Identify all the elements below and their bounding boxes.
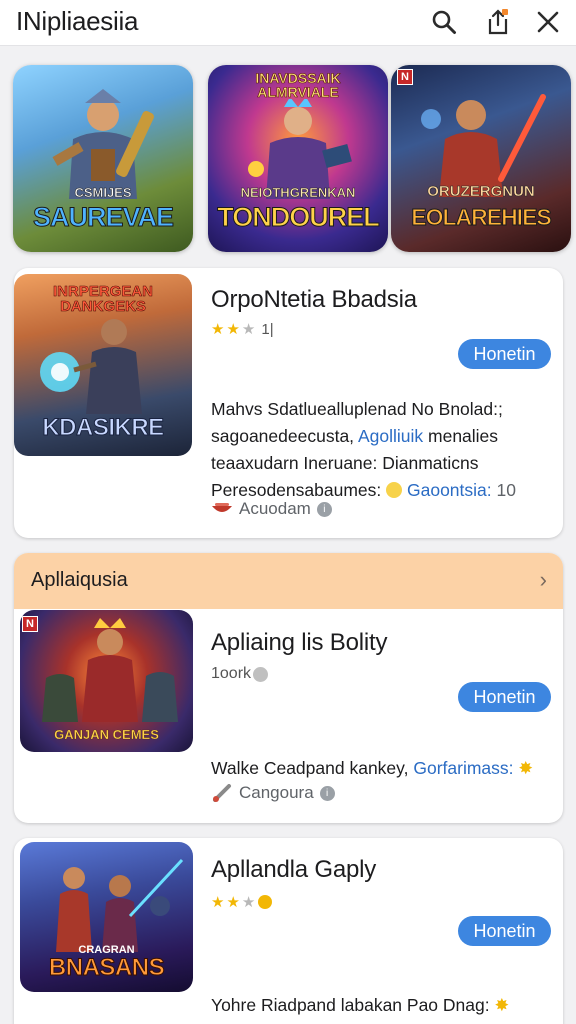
- app-thumbnail: N GANJAN CEMES: [20, 610, 193, 752]
- tile-subtitle: ORUZERGNUN: [427, 183, 535, 201]
- app-title: Apliaing lis Bolity: [211, 629, 388, 656]
- app-description: Walke Ceadpand kankey, Gorfarimass: ✸: [211, 755, 551, 782]
- star-rating: ★ ★ ★ 1|: [211, 320, 274, 339]
- info-icon[interactable]: i: [319, 785, 335, 801]
- emoji-icon: [258, 895, 273, 909]
- app-title: INipliaesiia: [16, 6, 139, 36]
- chevron-right-icon[interactable]: ›: [540, 567, 547, 593]
- army-artwork: [42, 618, 178, 722]
- app-title: OrpoNtetia Bbadsia: [211, 286, 417, 313]
- section-header[interactable]: Apllaiqusia ›: [14, 553, 563, 609]
- rating-text: 1|: [261, 320, 274, 338]
- star-icon: ★: [226, 894, 240, 911]
- meta-label: Cangoura: [239, 783, 314, 802]
- app-meta: Acuodam i: [211, 499, 332, 519]
- search-icon[interactable]: [428, 6, 460, 38]
- coin-icon: [386, 482, 403, 498]
- star-icon: ★: [211, 894, 225, 911]
- section-title: Apllaiqusia: [31, 569, 128, 591]
- star-icon: ★: [226, 321, 240, 338]
- app-section-card: Apllaiqusia › N GANJAN CEMES Apliaing li…: [14, 553, 563, 823]
- app-thumbnail: CRAGRAN BNASANS: [20, 842, 193, 992]
- description-line: teaaxudarn Ineruane: Dianmaticns: [211, 453, 479, 473]
- thumb-caption: KDASIKRE: [42, 414, 165, 442]
- install-button[interactable]: Honetin: [458, 339, 551, 369]
- description-line: Yohre Riadpand labakan Pao Dnag: ✸: [211, 995, 510, 1015]
- brush-icon: [213, 784, 231, 802]
- thumb-caption: BNASANS: [48, 954, 165, 982]
- meta-label: Acuodam: [239, 499, 311, 518]
- description-line: sagoanedeecusta, Agolliuik menalies: [211, 426, 499, 446]
- featured-game-tile[interactable]: INAVDSSAIK ALMRVIALE NEIOTHGRENKAN TONDO…: [208, 65, 388, 252]
- mage-artwork: [40, 319, 142, 414]
- star-icon: ★: [241, 894, 256, 911]
- app-title: Apllandla Gaply: [211, 856, 377, 883]
- app-list-card[interactable]: CRAGRAN BNASANS Apllandla Gaply ★ ★ ★ Ho…: [14, 838, 563, 1024]
- thumb-caption: GANJAN CEMES: [54, 727, 159, 742]
- tile-caption: TONDOUREL: [217, 202, 381, 232]
- tile-top-text: INAVDSSAIK ALMRVIALE: [255, 70, 341, 100]
- app-description: Mahvs Sdatluealluplenad No Bnolad:; sago…: [211, 396, 551, 504]
- info-icon: [253, 666, 269, 682]
- app-thumbnail: INRPERGEAN DANKGEKS KDASIKRE: [14, 274, 192, 456]
- description-link[interactable]: Gaoontsia:: [407, 480, 492, 500]
- app-meta: Cangoura i: [211, 783, 335, 803]
- featured-game-tile[interactable]: N ORUZERGNUN EOLAREHIES: [391, 65, 571, 252]
- description-link[interactable]: Agolliuik: [358, 426, 423, 446]
- description-link[interactable]: Gorfarimass:: [413, 758, 513, 778]
- bowl-icon: [212, 503, 232, 512]
- tile-subtitle: CSMIJES: [74, 185, 132, 201]
- description-line: Walke Ceadpand kankey, Gorfarimass: ✸: [211, 758, 534, 778]
- featured-game-tile[interactable]: CSMIJES SAUREVAE: [13, 65, 193, 252]
- sparkle-icon: ✸: [518, 758, 534, 778]
- star-icon: ★: [241, 321, 256, 338]
- description-line: Mahvs Sdatluealluplenad No Bnolad:;: [211, 399, 503, 419]
- tile-badge: N: [397, 69, 413, 85]
- squad-artwork: [56, 858, 184, 952]
- install-button[interactable]: Honetin: [458, 682, 551, 712]
- info-icon[interactable]: i: [316, 501, 332, 517]
- app-list-card[interactable]: INRPERGEAN DANKGEKS KDASIKRE OrpoNtetia …: [14, 268, 563, 538]
- app-description: Yohre Riadpand labakan Pao Dnag: ✸: [211, 992, 551, 1019]
- star-rating: 1oork: [211, 665, 269, 683]
- rating-text: 1oork: [211, 665, 252, 682]
- tile-caption: SAUREVAE: [32, 202, 174, 232]
- share-icon[interactable]: [482, 6, 514, 38]
- star-icon: ★: [211, 321, 225, 338]
- sparkle-icon: ✸: [494, 995, 510, 1015]
- top-app-bar: INipliaesiia: [0, 0, 576, 46]
- tile-subtitle: NEIOTHGRENKAN: [240, 185, 356, 201]
- star-rating: ★ ★ ★: [211, 893, 273, 911]
- tile-caption: EOLAREHIES: [411, 204, 553, 231]
- close-icon[interactable]: [532, 6, 564, 38]
- install-button[interactable]: Honetin: [458, 916, 551, 946]
